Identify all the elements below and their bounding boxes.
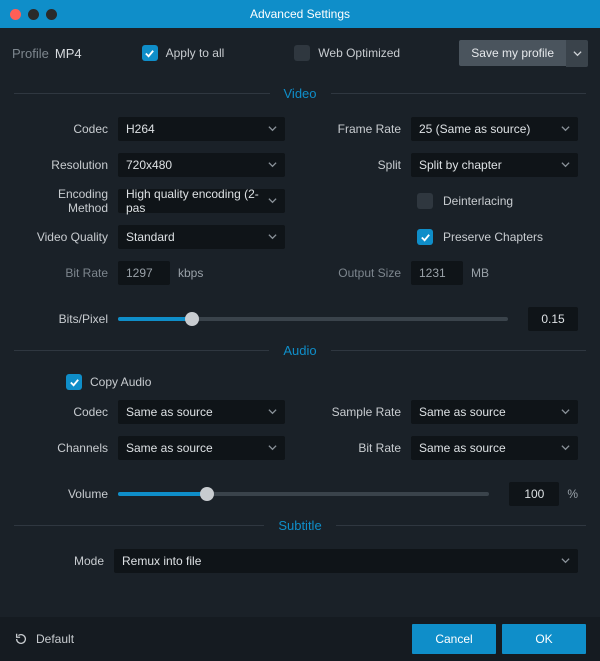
chevron-down-icon (573, 49, 582, 58)
sample-rate-select[interactable]: Same as source (411, 400, 578, 424)
subtitle-mode-select[interactable]: Remux into file (114, 549, 578, 573)
audio-grid: Codec Same as source Channels Same as so… (0, 400, 600, 472)
video-quality-select[interactable]: Standard (118, 225, 285, 249)
chevron-down-icon (561, 124, 570, 133)
bits-pixel-row: Bits/Pixel 0.15 (0, 297, 600, 335)
resolution-label: Resolution (22, 158, 118, 172)
bits-pixel-label: Bits/Pixel (22, 312, 118, 326)
subtitle-section-title: Subtitle (264, 518, 335, 533)
preserve-chapters-label: Preserve Chapters (443, 230, 543, 244)
save-profile-dropdown[interactable] (566, 40, 588, 67)
cancel-button[interactable]: Cancel (412, 624, 496, 654)
deinterlacing-checkbox[interactable]: Deinterlacing (417, 193, 513, 209)
volume-row: Volume 100 % (0, 472, 600, 510)
footer: Default Cancel OK (0, 617, 600, 661)
chevron-down-icon (268, 407, 277, 416)
slider-fill (118, 492, 207, 496)
volume-value[interactable]: 100 (509, 482, 559, 506)
volume-label: Volume (22, 487, 118, 501)
channels-select[interactable]: Same as source (118, 436, 285, 460)
titlebar: Advanced Settings (0, 0, 600, 28)
framerate-select[interactable]: 25 (Same as source) (411, 117, 578, 141)
audio-section-title: Audio (269, 343, 330, 358)
minimize-window-button[interactable] (28, 9, 39, 20)
volume-slider[interactable] (118, 484, 489, 504)
audio-section-header: Audio (0, 343, 600, 358)
deinterlacing-label: Deinterlacing (443, 194, 513, 208)
apply-to-all-checkbox[interactable]: Apply to all (142, 45, 225, 61)
sample-rate-label: Sample Rate (315, 405, 411, 419)
chevron-down-icon (268, 124, 277, 133)
copy-audio-label: Copy Audio (90, 375, 151, 389)
slider-thumb[interactable] (185, 312, 199, 326)
encoding-method-label: Encoding Method (22, 187, 118, 215)
output-size-input[interactable]: 1231 (411, 261, 463, 285)
web-optimized-label: Web Optimized (318, 46, 400, 60)
subtitle-mode-label: Mode (22, 554, 114, 568)
checkbox-checked-icon (66, 374, 82, 390)
apply-to-all-label: Apply to all (166, 46, 225, 60)
resolution-select[interactable]: 720x480 (118, 153, 285, 177)
video-section-title: Video (270, 86, 331, 101)
maximize-window-button[interactable] (46, 9, 57, 20)
checkbox-unchecked-icon (294, 45, 310, 61)
codec-label: Codec (22, 122, 118, 136)
chevron-down-icon (561, 556, 570, 565)
chevron-down-icon (268, 196, 277, 205)
bitrate-input[interactable]: 1297 (118, 261, 170, 285)
bits-pixel-slider[interactable] (118, 309, 508, 329)
save-profile-split-button: Save my profile (459, 40, 588, 67)
bitrate-label: Bit Rate (22, 266, 118, 280)
chevron-down-icon (268, 160, 277, 169)
close-window-button[interactable] (10, 9, 21, 20)
checkbox-checked-icon (142, 45, 158, 61)
window-controls (10, 9, 57, 20)
chevron-down-icon (561, 443, 570, 452)
save-profile-button[interactable]: Save my profile (459, 40, 566, 66)
volume-unit: % (567, 487, 578, 501)
default-button[interactable]: Default (14, 632, 74, 646)
output-size-unit: MB (471, 266, 489, 280)
slider-fill (118, 317, 192, 321)
preserve-chapters-checkbox[interactable]: Preserve Chapters (417, 229, 543, 245)
codec-select[interactable]: H264 (118, 117, 285, 141)
channels-label: Channels (22, 441, 118, 455)
bits-pixel-value[interactable]: 0.15 (528, 307, 578, 331)
chevron-down-icon (268, 232, 277, 241)
checkbox-unchecked-icon (417, 193, 433, 209)
checkbox-checked-icon (417, 229, 433, 245)
audio-bitrate-label: Bit Rate (315, 441, 411, 455)
video-section-header: Video (0, 86, 600, 101)
framerate-label: Frame Rate (315, 122, 411, 136)
video-quality-label: Video Quality (22, 230, 118, 244)
bitrate-unit: kbps (178, 266, 203, 280)
ok-button[interactable]: OK (502, 624, 586, 654)
subtitle-section-header: Subtitle (0, 518, 600, 533)
default-label: Default (36, 632, 74, 646)
web-optimized-checkbox[interactable]: Web Optimized (294, 45, 400, 61)
window-title: Advanced Settings (0, 7, 600, 21)
profile-label: Profile (12, 46, 49, 61)
chevron-down-icon (268, 443, 277, 452)
split-select[interactable]: Split by chapter (411, 153, 578, 177)
copy-audio-checkbox[interactable]: Copy Audio (66, 374, 578, 390)
audio-bitrate-select[interactable]: Same as source (411, 436, 578, 460)
profile-value: MP4 (55, 46, 82, 61)
audio-codec-select[interactable]: Same as source (118, 400, 285, 424)
audio-codec-label: Codec (22, 405, 118, 419)
video-grid: Codec H264 Resolution 720x480 Encoding M… (0, 117, 600, 297)
chevron-down-icon (561, 407, 570, 416)
top-options-row: Profile MP4 Apply to all Web Optimized S… (0, 28, 600, 78)
split-label: Split (315, 158, 411, 172)
encoding-method-select[interactable]: High quality encoding (2-pas (118, 189, 285, 213)
reset-icon (14, 632, 28, 646)
chevron-down-icon (561, 160, 570, 169)
slider-thumb[interactable] (200, 487, 214, 501)
output-size-label: Output Size (315, 266, 411, 280)
